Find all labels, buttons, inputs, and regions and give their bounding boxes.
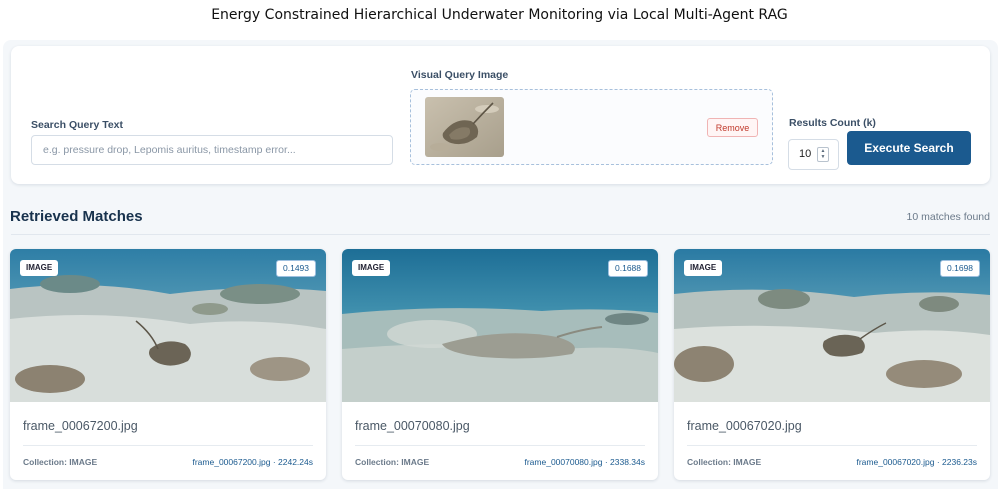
result-card[interactable]: IMAGE 0.1698 frame_00067020.jpg Collecti… xyxy=(674,249,990,480)
result-meta: frame_00067020.jpg · 2236.23s xyxy=(856,457,977,467)
search-panel: Search Query Text Visual Query Image xyxy=(11,46,990,184)
query-image-thumbnail xyxy=(425,97,504,157)
results-count-input[interactable]: 10 ▲ ▼ xyxy=(788,139,839,170)
remove-image-button[interactable]: Remove xyxy=(707,118,758,137)
image-dropzone[interactable]: Remove xyxy=(410,89,773,165)
result-type-badge: IMAGE xyxy=(684,260,723,276)
result-filename: frame_00067200.jpg xyxy=(23,419,138,433)
card-divider xyxy=(23,445,313,446)
result-filename: frame_00067020.jpg xyxy=(687,419,802,433)
result-meta: frame_00067200.jpg · 2242.24s xyxy=(192,457,313,467)
result-collection: Collection: IMAGE xyxy=(687,457,762,467)
stepper-down-icon[interactable]: ▼ xyxy=(818,154,828,160)
result-collection: Collection: IMAGE xyxy=(355,457,430,467)
card-divider xyxy=(687,445,977,446)
results-count-text: 10 matches found xyxy=(906,211,990,223)
results-title: Retrieved Matches xyxy=(10,208,143,225)
search-text-label: Search Query Text xyxy=(31,119,124,131)
results-count-stepper[interactable]: ▲ ▼ xyxy=(817,147,829,162)
search-text-input[interactable] xyxy=(31,135,393,165)
result-score-badge: 0.1688 xyxy=(608,260,648,277)
result-card[interactable]: IMAGE 0.1688 frame_00070080.jpg Collecti… xyxy=(342,249,658,480)
result-score-badge: 0.1698 xyxy=(940,260,980,277)
results-divider xyxy=(11,234,990,235)
card-divider xyxy=(355,445,645,446)
results-count-label: Results Count (k) xyxy=(789,117,876,129)
page-title: Energy Constrained Hierarchical Underwat… xyxy=(211,7,788,23)
result-type-badge: IMAGE xyxy=(20,260,59,276)
result-collection: Collection: IMAGE xyxy=(23,457,98,467)
search-app: Search Query Text Visual Query Image xyxy=(3,40,998,489)
result-type-badge: IMAGE xyxy=(352,260,391,276)
result-score-badge: 0.1493 xyxy=(276,260,316,277)
result-card[interactable]: IMAGE 0.1493 frame_00067200.jpg Collecti… xyxy=(10,249,326,480)
results-count-value: 10 xyxy=(799,148,812,160)
execute-search-button[interactable]: Execute Search xyxy=(847,131,971,165)
result-filename: frame_00070080.jpg xyxy=(355,419,470,433)
visual-query-label: Visual Query Image xyxy=(411,69,509,81)
result-meta: frame_00070080.jpg · 2338.34s xyxy=(524,457,645,467)
